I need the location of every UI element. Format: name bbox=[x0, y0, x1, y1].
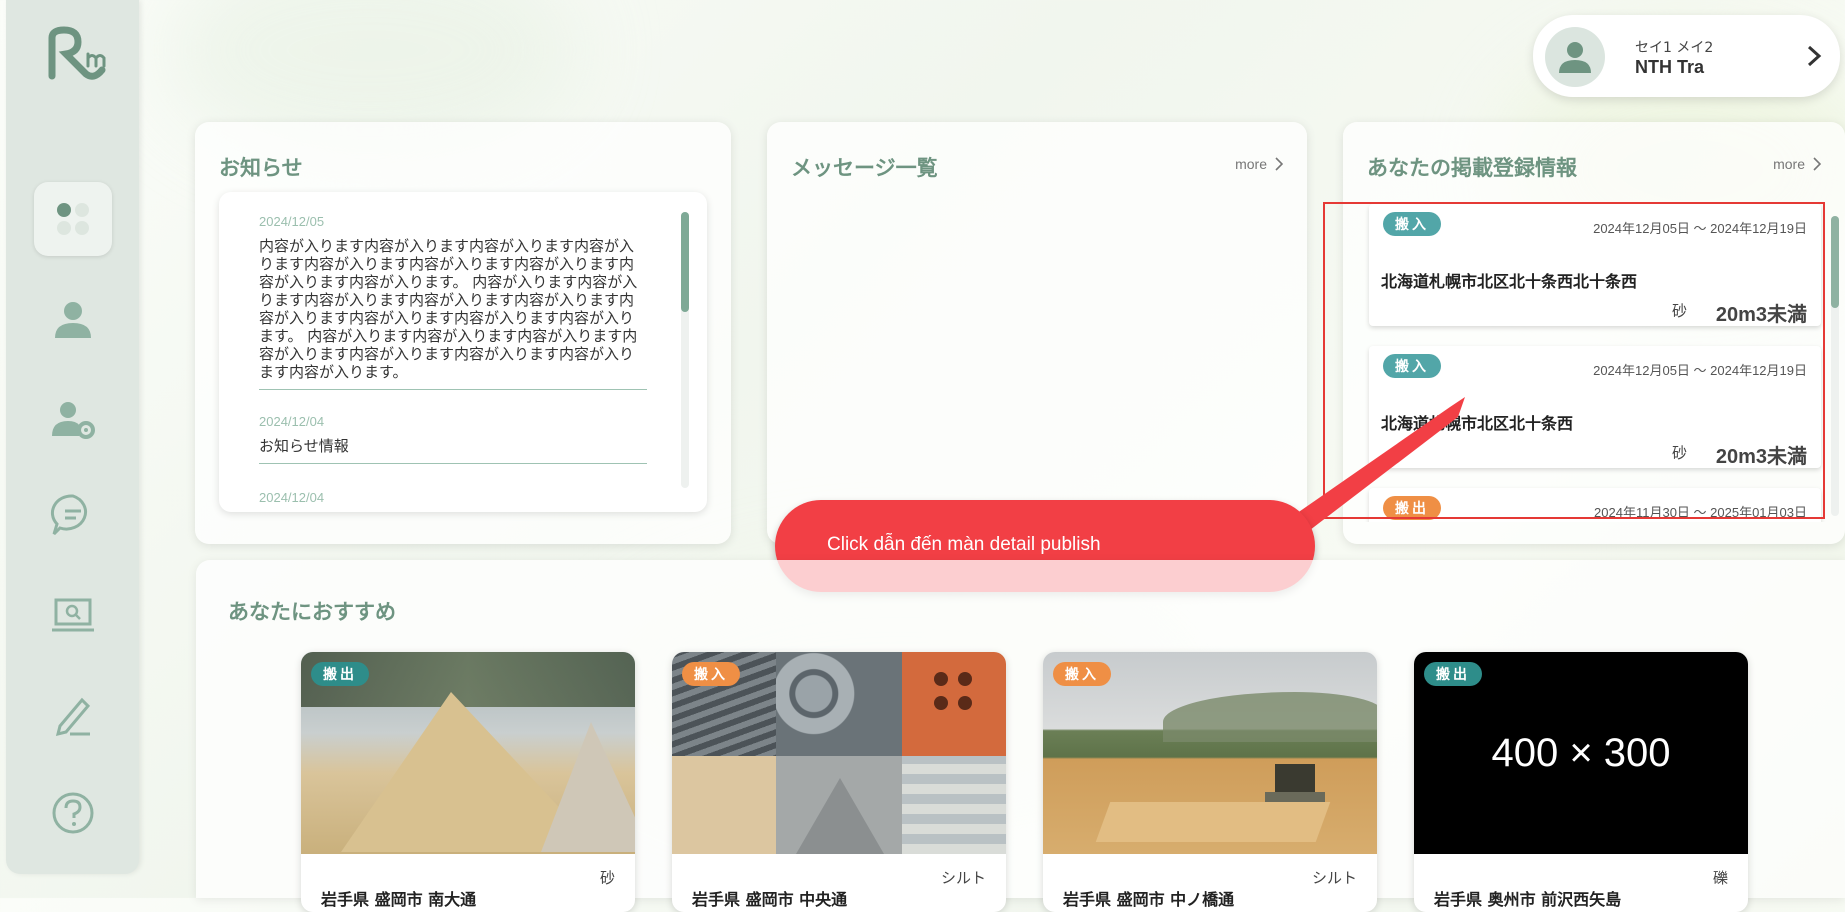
user-avatar-icon bbox=[1559, 42, 1591, 73]
news-list[interactable]: 2024/12/05 内容が入ります内容が入ります内容が入ります内容が入ります内… bbox=[219, 192, 707, 512]
nav-profile[interactable] bbox=[34, 282, 112, 356]
chevron-right-icon bbox=[1275, 157, 1283, 171]
news-item[interactable]: 2024/12/05 内容が入ります内容が入ります内容が入ります内容が入ります内… bbox=[259, 214, 647, 390]
nav-search[interactable] bbox=[34, 578, 112, 652]
news-scrollbar-thumb[interactable] bbox=[681, 212, 689, 312]
nav-post[interactable] bbox=[34, 678, 112, 752]
listings-scrollbar[interactable] bbox=[1831, 216, 1839, 516]
news-date: 2024/12/04 bbox=[259, 414, 325, 429]
placeholder-text: 400 × 300 bbox=[1491, 730, 1671, 775]
nav-dashboard[interactable] bbox=[34, 182, 112, 256]
card-address: 岩手県 盛岡市 中ノ橋通 bbox=[1063, 890, 1235, 909]
more-label: more bbox=[1235, 156, 1267, 172]
more-label: more bbox=[1773, 156, 1805, 172]
listings-scrollbar-thumb[interactable] bbox=[1831, 216, 1839, 308]
dashboard-icon bbox=[57, 203, 89, 235]
news-body: 内容が入ります内容が入ります内容が入ります内容が入ります内容が入ります内容が入り… bbox=[259, 237, 638, 381]
recommend-panel: あなたにおすすめ 搬出 砂 岩手県 盛岡市 南大通 搬入 シルト 岩手県 盛岡市… bbox=[196, 560, 1845, 912]
pen-icon bbox=[55, 697, 91, 737]
user-gear-icon bbox=[52, 402, 95, 439]
user-icon bbox=[55, 302, 91, 338]
news-panel: お知らせ 2024/12/05 内容が入ります内容が入ります内容が入ります内容が… bbox=[195, 122, 731, 544]
listings-more-link[interactable]: more bbox=[1773, 156, 1821, 172]
news-scrollbar[interactable] bbox=[681, 212, 689, 488]
card-badge: 搬入 bbox=[1053, 662, 1111, 686]
chevron-right-icon[interactable] bbox=[1806, 45, 1822, 67]
card-address: 岩手県 盛岡市 中央通 bbox=[692, 890, 848, 909]
chevron-right-icon bbox=[1813, 157, 1821, 171]
user-card[interactable]: セイ1 メイ2 NTH Tra bbox=[1533, 15, 1840, 97]
card-address: 岩手県 奥州市 前沢西矢島 bbox=[1434, 890, 1622, 909]
news-date: 2024/12/04 bbox=[259, 490, 325, 505]
nav-messages[interactable] bbox=[34, 478, 112, 552]
messages-more-link[interactable]: more bbox=[1235, 156, 1283, 172]
news-item[interactable]: 2024/12/04 お知らせ情報 bbox=[259, 414, 647, 464]
rm-logo[interactable] bbox=[42, 24, 114, 84]
recommend-card[interactable]: 搬入 シルト 岩手県 盛岡市 中ノ橋通 bbox=[1043, 652, 1377, 912]
card-badge: 搬出 bbox=[311, 662, 369, 686]
user-name: NTH Tra bbox=[1635, 57, 1705, 77]
sidebar bbox=[6, 0, 139, 874]
card-badge: 搬入 bbox=[682, 662, 740, 686]
card-material: シルト bbox=[940, 869, 986, 887]
callout-text: Click dẫn đến màn detail publish bbox=[827, 534, 1101, 555]
card-badge: 搬出 bbox=[1424, 662, 1482, 686]
recommend-card[interactable]: 搬出 砂 岩手県 盛岡市 南大通 bbox=[301, 652, 635, 912]
nav-user-settings[interactable] bbox=[34, 382, 112, 456]
card-material: 礫 bbox=[1712, 869, 1728, 887]
news-date: 2024/12/05 bbox=[259, 214, 325, 229]
recommend-card[interactable]: 400 × 300 搬出 礫 岩手県 奥州市 前沢西矢島 bbox=[1414, 652, 1748, 912]
news-body: お知らせ情報 bbox=[259, 437, 349, 455]
avatar bbox=[1545, 27, 1605, 87]
messages-panel: メッセージ一覧 more bbox=[767, 122, 1307, 544]
card-material: 砂 bbox=[599, 869, 615, 887]
card-material: シルト bbox=[1311, 869, 1357, 887]
news-item[interactable]: 2024/12/04 bbox=[259, 490, 647, 505]
news-title: お知らせ bbox=[219, 156, 303, 180]
card-address: 岩手県 盛岡市 南大通 bbox=[321, 890, 477, 909]
annotation-arrow bbox=[1280, 397, 1465, 530]
nav-help[interactable] bbox=[34, 776, 112, 850]
recommend-card[interactable]: 搬入 シルト 岩手県 盛岡市 中央通 bbox=[672, 652, 1006, 912]
chat-icon bbox=[50, 494, 87, 536]
user-kana: セイ1 メイ2 bbox=[1635, 40, 1714, 56]
messages-title: メッセージ一覧 bbox=[791, 156, 938, 180]
recommend-title: あなたにおすすめ bbox=[228, 600, 396, 624]
laptop-search-icon bbox=[52, 598, 94, 632]
help-icon bbox=[52, 792, 94, 834]
listings-title: あなたの掲載登録情報 bbox=[1367, 156, 1577, 180]
